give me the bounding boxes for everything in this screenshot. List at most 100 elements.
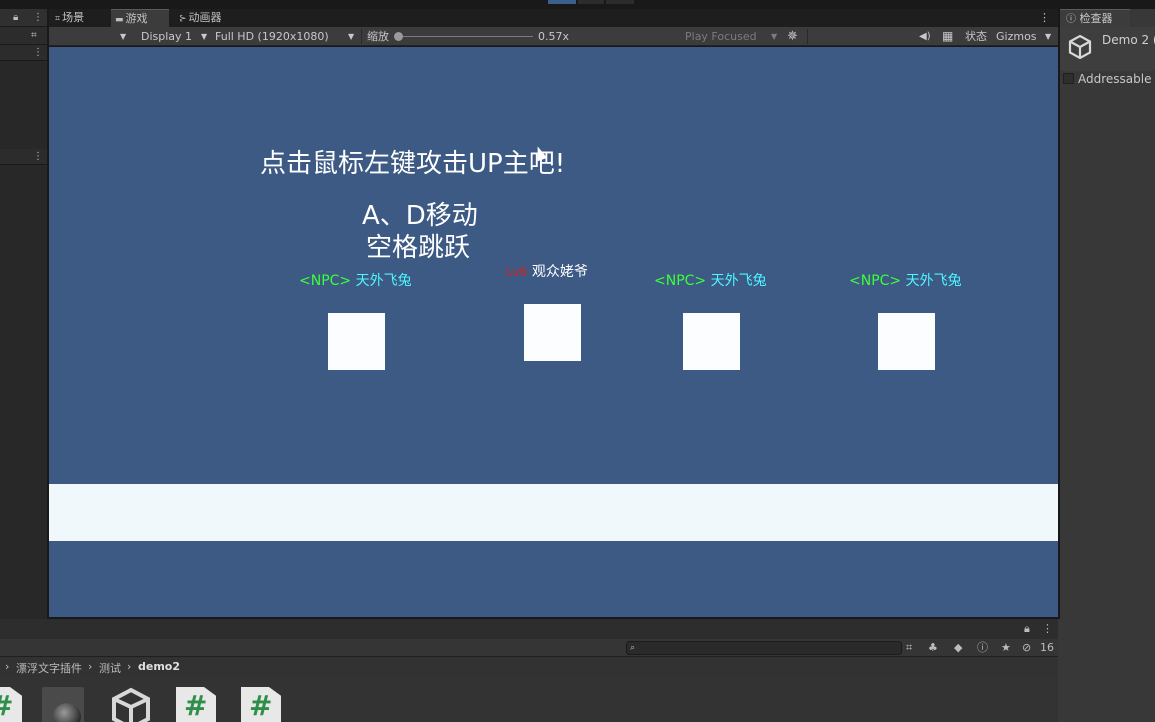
csharp-script-icon[interactable]: # [176, 687, 216, 722]
inspector-tab-label: 检查器 [1079, 12, 1113, 25]
log-icon[interactable]: ⓘ [977, 642, 988, 654]
breadcrumb-item-test[interactable]: 测试 [99, 660, 121, 676]
npc-label-3: <NPC> 天外飞兔 [849, 270, 962, 290]
player-sprite[interactable] [524, 304, 581, 361]
player-name: 观众姥爷 [531, 264, 588, 280]
scale-slider-handle[interactable] [394, 32, 403, 41]
game-title-text: 点击鼠标左键攻击UP主吧! [260, 149, 566, 179]
bug-icon[interactable]: ✵ [787, 27, 798, 46]
unity-editor: 🔒︎ ⋮ ⌗ ⋮ ⋮ ⌗ 场景 ▬ 游戏 ⊱ 动画器 ⋮ ▼ Display 1 ▼ … [0, 0, 1155, 722]
breadcrumb: › 漂浮文字插件 › 测试 › demo2 [0, 657, 1058, 677]
asset-grid: # # # [0, 677, 1058, 722]
npc-name: 天外飞兔 [355, 273, 412, 289]
csharp-script-icon[interactable]: # [0, 687, 22, 722]
resolution-select[interactable]: Full HD (1920x1080) [215, 27, 329, 46]
scale-label: 缩放 [367, 30, 389, 43]
resolution-dropdown-arrow-icon: ▼ [201, 32, 208, 41]
step-button[interactable] [606, 0, 634, 4]
pause-button[interactable] [578, 0, 604, 4]
unity-cube-icon [1068, 35, 1092, 59]
more-menu-icon[interactable]: ⋮ [33, 12, 43, 24]
gizmos-button[interactable]: Gizmos [996, 27, 1037, 46]
player-label: Lv6 观众姥爷 [506, 261, 588, 281]
lock-icon[interactable]: 🔒︎ [1024, 623, 1030, 635]
top-strip [0, 0, 1155, 9]
info-icon: ⓘ [1066, 14, 1076, 25]
breadcrumb-item-demo2[interactable]: demo2 [138, 660, 180, 673]
breadcrumb-item-plugin[interactable]: 漂浮文字插件 [16, 660, 82, 676]
breadcrumb-separator-icon: › [5, 660, 10, 673]
project-search-row: ⌕ ⌗ ♣ ◆ ⓘ ★ ⊘ 16 [0, 639, 1058, 657]
npc-name: 天外飞兔 [710, 273, 767, 289]
material-asset[interactable] [42, 687, 84, 722]
stats-button[interactable]: 状态 [965, 27, 987, 46]
game-instruction-move: A、D移动 [362, 201, 478, 231]
project-search-input[interactable]: ⌕ [626, 641, 902, 655]
game-view[interactable]: 点击鼠标左键攻击UP主吧! A、D移动 空格跳跃 <NPC> 天外飞兔 Lv6 … [49, 47, 1058, 617]
tab-inspector[interactable]: ⓘ 检查器 [1060, 9, 1130, 27]
left-panel-subheader: ⋮ [0, 45, 47, 61]
left-panel-search-row: ⌗ [0, 27, 47, 45]
mute-audio-icon[interactable]: ◀) [919, 27, 931, 46]
more-menu-icon[interactable]: ⋮ [1042, 623, 1053, 635]
csharp-script-icon[interactable]: # [241, 687, 281, 722]
search-filter-icon[interactable]: ⌗ [31, 30, 37, 42]
npc-sprite-2[interactable] [683, 313, 740, 370]
left-panel-header: 🔒︎ ⋮ [0, 9, 47, 27]
game-toolbar: ▼ Display 1 ▼ Full HD (1920x1080) ▼ 缩放 0… [49, 27, 1058, 46]
addressable-label: Addressable [1078, 72, 1152, 86]
toolbar-divider-2 [807, 29, 808, 44]
player-level-tag: Lv6 [506, 265, 528, 279]
game-instruction-jump: 空格跳跃 [366, 233, 471, 263]
gamepad-icon: ▬ [115, 15, 124, 25]
search-by-label-icon[interactable]: ♣ [928, 642, 938, 654]
play-mode-arrow-icon: ▼ [771, 32, 778, 41]
addressable-checkbox[interactable] [1063, 73, 1074, 84]
tab-animator[interactable]: ⊱ 动画器 [175, 9, 241, 27]
grid-icon: ⌗ [55, 14, 61, 24]
inspector-panel: ⓘ 检查器 Demo 2 ( Addressable [1060, 9, 1155, 619]
npc-tag: <NPC> [849, 273, 902, 289]
more-menu-icon-3[interactable]: ⋮ [33, 151, 43, 163]
hidden-packages-icon[interactable]: ⊘ [1022, 642, 1031, 654]
left-panel-section-header: ⋮ [0, 149, 47, 165]
tab-bar-more-icon[interactable]: ⋮ [1039, 9, 1050, 27]
hierarchy-panel-collapsed: 🔒︎ ⋮ ⌗ ⋮ ⋮ [0, 9, 47, 619]
npc-sprite-1[interactable] [328, 313, 385, 370]
tab-animator-label: 动画器 [188, 11, 222, 24]
project-panel-header: 🔒︎ ⋮ [0, 619, 1058, 639]
ground-platform [49, 484, 1058, 541]
tab-scene[interactable]: ⌗ 场景 [51, 9, 109, 27]
breadcrumb-separator-icon: › [127, 660, 132, 673]
toolbar-divider [361, 29, 362, 44]
hidden-count: 16 [1040, 641, 1054, 654]
tab-game-label: 游戏 [125, 12, 148, 25]
resolution-chevron-icon: ▼ [348, 32, 355, 41]
display-select[interactable]: Display 1 [141, 27, 192, 46]
npc-sprite-3[interactable] [878, 313, 935, 370]
breadcrumb-separator-icon: › [88, 660, 93, 673]
play-button[interactable] [548, 0, 576, 4]
npc-tag: <NPC> [654, 273, 707, 289]
scale-value: 0.57x [538, 30, 570, 43]
project-panel: 🔒︎ ⋮ ⌕ ⌗ ♣ ◆ ⓘ ★ ⊘ 16 › 漂浮文字插件 › 测试 › de… [0, 619, 1058, 722]
favorite-star-icon[interactable]: ★ [1001, 642, 1011, 654]
inspector-panel-lower [1058, 619, 1155, 722]
search-icon: ⌕ [630, 643, 636, 653]
tab-game[interactable]: ▬ 游戏 [111, 9, 169, 27]
npc-name: 天外飞兔 [905, 273, 962, 289]
tab-scene-label: 场景 [62, 11, 85, 24]
unity-scene-icon[interactable] [110, 687, 152, 722]
search-by-type-icon[interactable]: ⌗ [906, 642, 912, 654]
animator-icon: ⊱ [179, 14, 187, 24]
npc-label-2: <NPC> 天外飞兔 [654, 270, 767, 290]
more-menu-icon-2[interactable]: ⋮ [33, 47, 43, 59]
gizmos-dropdown-arrow-icon[interactable]: ▼ [1045, 27, 1051, 46]
keyboard-shortcuts-icon[interactable]: ▦ [942, 27, 953, 46]
npc-tag: <NPC> [299, 273, 352, 289]
lock-icon[interactable]: 🔒︎ [13, 12, 18, 24]
play-mode-select[interactable]: Play Focused [685, 27, 757, 46]
scale-slider-track[interactable] [399, 36, 533, 37]
view-tab-bar: ⌗ 场景 ▬ 游戏 ⊱ 动画器 ⋮ [49, 9, 1058, 27]
tag-icon[interactable]: ◆ [954, 642, 962, 654]
